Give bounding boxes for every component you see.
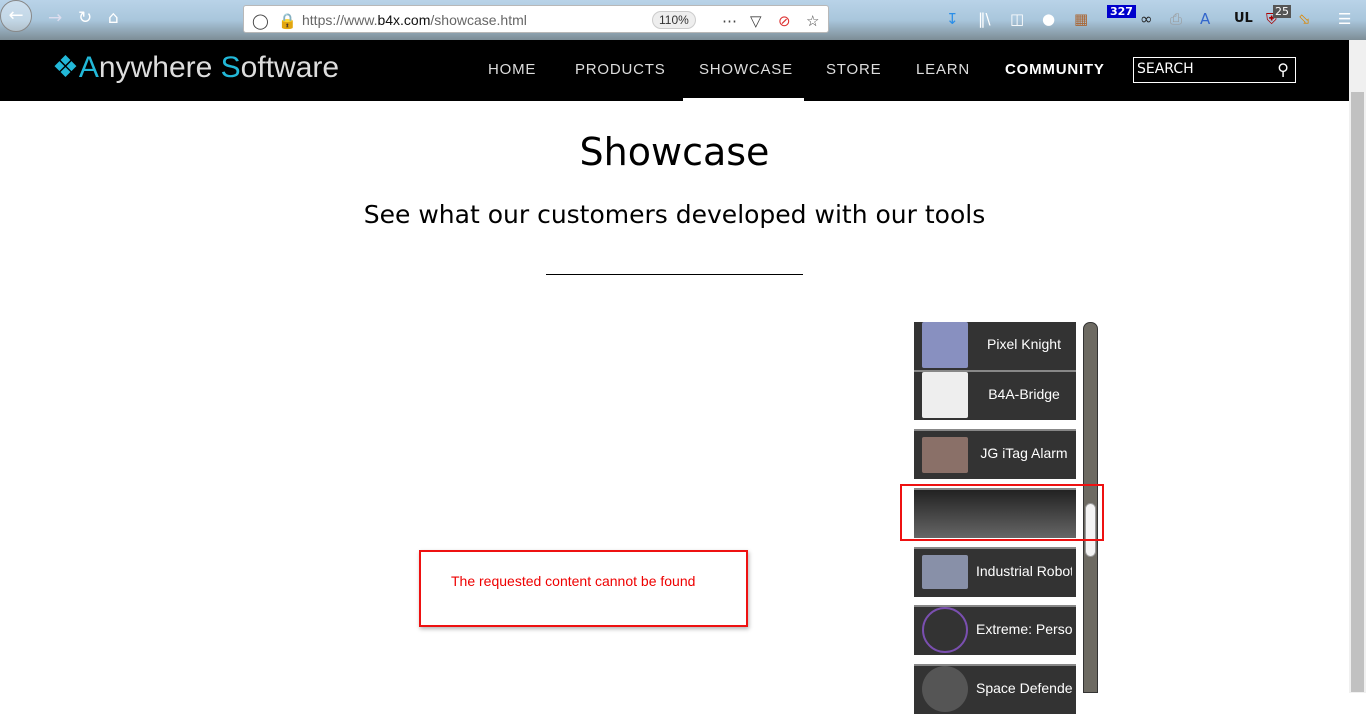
pocket-icon[interactable]: ▽: [750, 12, 762, 30]
zoom-level[interactable]: 110%: [652, 11, 696, 29]
download-icon[interactable]: ↧: [946, 10, 959, 28]
nav-home[interactable]: HOME: [488, 61, 536, 78]
page-scrollbar[interactable]: [1349, 40, 1366, 693]
browser-toolbar: ← → ↻ ⌂ ◯ 🔒 https://www.b4x.com/showcase…: [0, 0, 1366, 40]
link-icon[interactable]: ∞: [1140, 10, 1153, 28]
address-bar[interactable]: ◯ 🔒 https://www.b4x.com/showcase.html 11…: [243, 5, 829, 33]
bookmark-star-icon[interactable]: ☆: [806, 12, 819, 30]
thumbnail: [922, 437, 968, 473]
sidebar-icon[interactable]: ◫: [1010, 10, 1024, 28]
lock-icon[interactable]: 🔒: [278, 12, 297, 30]
highlight-box: [900, 484, 1104, 541]
site-navbar: ❖Anywhere Software HOME PRODUCTS SHOWCAS…: [0, 40, 1349, 101]
account-icon[interactable]: ●: [1042, 10, 1055, 28]
translate-icon[interactable]: A: [1200, 10, 1210, 28]
extension-icon[interactable]: ⊘: [778, 12, 791, 30]
search-icon[interactable]: ⚲: [1277, 60, 1289, 79]
divider: [546, 274, 803, 275]
page-scrollbar-thumb[interactable]: [1351, 92, 1364, 692]
url-text[interactable]: https://www.b4x.com/showcase.html: [302, 12, 527, 28]
active-indicator: [683, 98, 804, 101]
showcase-item[interactable]: Industrial Roboti: [914, 547, 1076, 597]
nav-community[interactable]: COMMUNITY: [1005, 61, 1105, 78]
page-title: Showcase: [579, 130, 770, 174]
page-subtitle: See what our customers developed with ou…: [363, 200, 986, 229]
thumbnail: [922, 372, 968, 418]
showcase-item[interactable]: Extreme: Persoi: [914, 605, 1076, 655]
showcase-item[interactable]: Space Defender: [914, 664, 1076, 714]
thumbnail: [922, 555, 968, 589]
thumbnail: [922, 666, 968, 712]
more-icon[interactable]: ⋯: [722, 12, 737, 30]
home-button[interactable]: ⌂: [108, 8, 119, 28]
showcase-item[interactable]: JG iTag Alarm: [914, 429, 1076, 479]
logo-drop-icon: ❖: [52, 51, 79, 84]
print-icon[interactable]: ⎙: [1170, 10, 1182, 28]
menu-icon[interactable]: ☰: [1338, 10, 1351, 28]
notification-badge[interactable]: 327: [1107, 5, 1136, 18]
showcase-item[interactable]: B4A-Bridge: [914, 370, 1076, 420]
ul-extension[interactable]: UL: [1234, 11, 1253, 26]
back-button[interactable]: ←: [0, 0, 32, 32]
logo[interactable]: ❖Anywhere Software: [52, 50, 339, 85]
nav-store[interactable]: STORE: [826, 61, 881, 78]
nav-products[interactable]: PRODUCTS: [575, 61, 666, 78]
error-message: The requested content cannot be found: [419, 550, 748, 627]
arrow-extension-icon[interactable]: ⬂: [1298, 10, 1311, 28]
showcase-item[interactable]: Pixel Knight: [914, 322, 1076, 372]
library-icon[interactable]: ‖\: [978, 10, 991, 28]
search-input[interactable]: SEARCH ⚲: [1133, 57, 1296, 83]
nav-showcase[interactable]: SHOWCASE: [699, 61, 793, 78]
reload-button[interactable]: ↻: [78, 8, 92, 28]
qr-icon[interactable]: ▦: [1074, 10, 1088, 28]
thumbnail: [922, 322, 968, 368]
shield-icon[interactable]: ◯: [252, 12, 269, 30]
forward-button[interactable]: →: [48, 8, 62, 28]
ublock-count: 25: [1273, 5, 1291, 18]
thumbnail: [922, 607, 968, 653]
nav-learn[interactable]: LEARN: [916, 61, 970, 78]
